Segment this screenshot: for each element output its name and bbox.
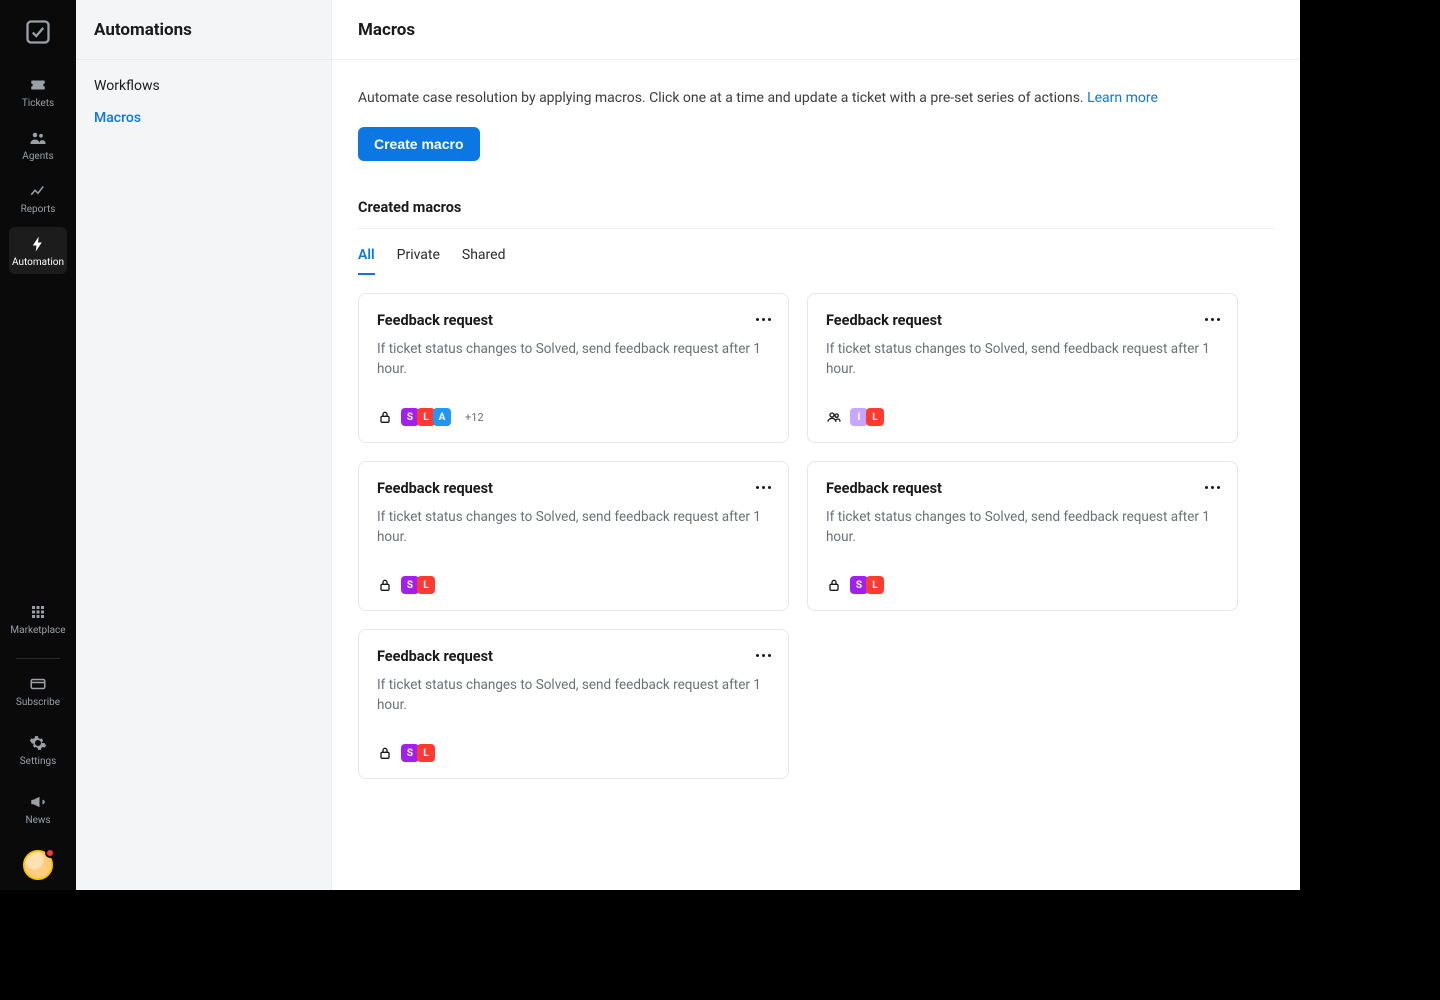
- rail-label: Reports: [21, 204, 56, 215]
- rail-divider: [16, 658, 60, 659]
- intro-text: Automate case resolution by applying mac…: [358, 90, 1087, 106]
- assignee-chips: SL: [401, 744, 435, 762]
- assignee-chip: L: [866, 576, 884, 594]
- macro-footer: SL: [377, 570, 770, 594]
- rail-item-automation[interactable]: Automation: [9, 227, 67, 274]
- create-macro-button[interactable]: Create macro: [358, 127, 480, 161]
- rail-label: Tickets: [22, 98, 54, 109]
- rail-item-news[interactable]: News: [9, 785, 67, 832]
- card-menu-button[interactable]: [752, 308, 774, 330]
- created-macros-heading: Created macros: [358, 199, 1274, 229]
- macro-grid: Feedback request If ticket status changes…: [358, 293, 1238, 779]
- more-icon: [756, 654, 771, 657]
- assignee-chip: L: [866, 408, 884, 426]
- app-logo: [24, 18, 52, 46]
- people-icon: [826, 409, 842, 425]
- secondary-sidebar: Automations Workflows Macros: [76, 0, 332, 890]
- user-avatar[interactable]: [23, 850, 53, 880]
- rail-item-subscribe[interactable]: Subscribe: [9, 667, 67, 714]
- assignee-chips: SL: [401, 576, 435, 594]
- grid-icon: [29, 603, 47, 621]
- trend-icon: [29, 182, 47, 200]
- more-icon: [756, 318, 771, 321]
- rail-item-settings[interactable]: Settings: [9, 726, 67, 773]
- sidebar-link-macros[interactable]: Macros: [94, 110, 313, 126]
- tab-private[interactable]: Private: [397, 247, 440, 275]
- assignee-chip: L: [417, 576, 435, 594]
- sidebar-title: Automations: [76, 0, 331, 60]
- macro-footer: SL: [826, 570, 1219, 594]
- lock-icon: [377, 745, 393, 761]
- card-icon: [29, 675, 47, 693]
- tab-all[interactable]: All: [358, 247, 375, 275]
- people-icon: [29, 129, 47, 147]
- macro-card[interactable]: Feedback request If ticket status changes…: [358, 461, 789, 611]
- macro-card[interactable]: Feedback request If ticket status changes…: [807, 293, 1238, 443]
- lock-icon: [377, 409, 393, 425]
- card-menu-button[interactable]: [1201, 476, 1223, 498]
- assignee-overflow-count: +12: [465, 411, 484, 424]
- assignee-chips: IL: [850, 408, 884, 426]
- more-icon: [1205, 486, 1220, 489]
- lock-icon: [377, 577, 393, 593]
- macro-title: Feedback request: [377, 312, 770, 329]
- rail-item-reports[interactable]: Reports: [9, 174, 67, 221]
- macro-description: If ticket status changes to Solved, send…: [377, 507, 770, 548]
- macro-description: If ticket status changes to Solved, send…: [826, 339, 1219, 380]
- assignee-chip: L: [417, 744, 435, 762]
- rail-label: Automation: [12, 257, 64, 268]
- rail-label: Subscribe: [16, 697, 60, 708]
- macro-footer: IL: [826, 402, 1219, 426]
- main-panel: Macros Automate case resolution by apply…: [332, 0, 1300, 890]
- macro-title: Feedback request: [377, 480, 770, 497]
- page-description: Automate case resolution by applying mac…: [358, 88, 1274, 109]
- macro-card[interactable]: Feedback request If ticket status changes…: [358, 629, 789, 779]
- macro-description: If ticket status changes to Solved, send…: [377, 675, 770, 716]
- lock-icon: [826, 577, 842, 593]
- card-menu-button[interactable]: [752, 476, 774, 498]
- card-menu-button[interactable]: [752, 644, 774, 666]
- more-icon: [756, 486, 771, 489]
- macro-card[interactable]: Feedback request If ticket status changes…: [358, 293, 789, 443]
- macro-filter-tabs: All Private Shared: [358, 247, 1274, 275]
- assignee-chips: SL: [850, 576, 884, 594]
- rail-label: Settings: [20, 756, 57, 767]
- notification-dot-icon: [45, 848, 55, 858]
- page-title: Macros: [332, 0, 1300, 60]
- macro-description: If ticket status changes to Solved, send…: [826, 507, 1219, 548]
- app-rail: Tickets Agents Reports Automation Market…: [0, 0, 76, 890]
- tab-shared[interactable]: Shared: [462, 247, 506, 275]
- rail-label: News: [25, 815, 50, 826]
- megaphone-icon: [29, 793, 47, 811]
- rail-item-agents[interactable]: Agents: [9, 121, 67, 168]
- learn-more-link[interactable]: Learn more: [1087, 90, 1158, 106]
- sidebar-link-workflows[interactable]: Workflows: [94, 78, 313, 94]
- rail-item-marketplace[interactable]: Marketplace: [9, 595, 67, 642]
- macro-title: Feedback request: [826, 312, 1219, 329]
- macro-card[interactable]: Feedback request If ticket status changes…: [807, 461, 1238, 611]
- gear-icon: [29, 734, 47, 752]
- assignee-chips: SLA: [401, 408, 451, 426]
- macro-title: Feedback request: [377, 648, 770, 665]
- macro-footer: SL: [377, 738, 770, 762]
- card-menu-button[interactable]: [1201, 308, 1223, 330]
- ticket-icon: [29, 76, 47, 94]
- macro-description: If ticket status changes to Solved, send…: [377, 339, 770, 380]
- rail-label: Agents: [22, 151, 53, 162]
- assignee-chip: A: [433, 408, 451, 426]
- rail-item-tickets[interactable]: Tickets: [9, 68, 67, 115]
- macro-title: Feedback request: [826, 480, 1219, 497]
- macro-footer: SLA +12: [377, 402, 770, 426]
- rail-label: Marketplace: [10, 625, 65, 636]
- more-icon: [1205, 318, 1220, 321]
- bolt-icon: [29, 235, 47, 253]
